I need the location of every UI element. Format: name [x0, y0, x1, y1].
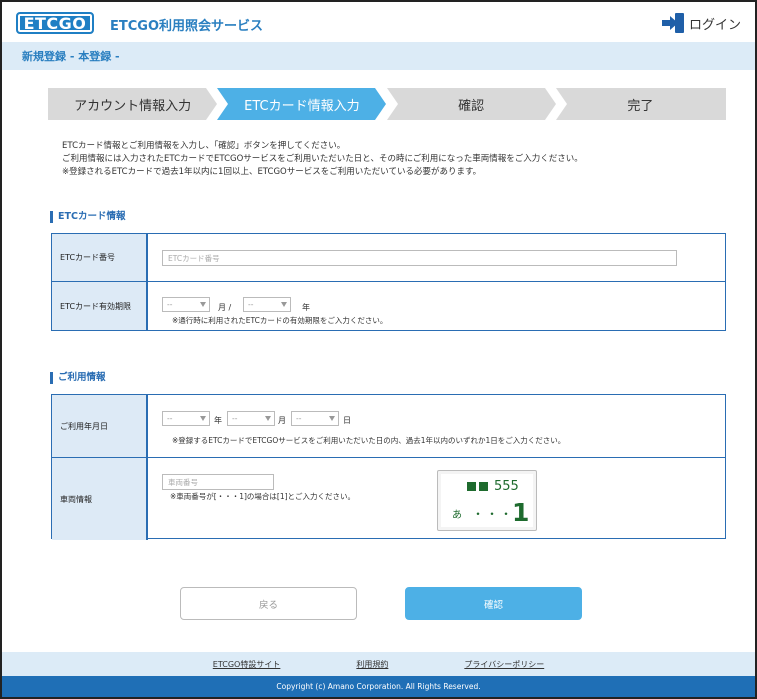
login-label: ログイン [688, 17, 741, 33]
site-title: ETCGO利用照会サービス [110, 19, 264, 34]
usage-month-select[interactable]: -- [227, 411, 275, 426]
card-number-input[interactable]: ETCカード番号 [162, 250, 677, 266]
plate-square-icon [467, 482, 476, 491]
breadcrumb: 新規登録 - 本登録 - [2, 42, 755, 70]
vehicle-note: ※車両番号が[・・・1]の場合は[1]とご入力ください。 [170, 492, 356, 501]
progress-steps: アカウント情報入力 ETCカード情報入力 確認 完了 [48, 88, 726, 120]
expiry-year-value: -- [248, 300, 254, 309]
expiry-month-select[interactable]: -- [162, 297, 210, 312]
step-complete: 完了 [555, 88, 726, 120]
chevron-down-icon [329, 416, 335, 421]
usage-day-select[interactable]: -- [291, 411, 339, 426]
plate-dots: ・・・ [472, 507, 515, 521]
footer-link-privacy[interactable]: プライバシーポリシー [464, 659, 544, 670]
plate-top-number: 555 [494, 479, 519, 494]
card-section-title: ETCカード情報 [50, 211, 125, 223]
step-label: アカウント情報入力 [74, 98, 192, 114]
usage-year-unit: 年 [214, 416, 222, 425]
card-number-label: ETCカード番号 [52, 234, 148, 281]
expiry-month-value: -- [167, 300, 173, 309]
step-label: 完了 [627, 98, 654, 114]
usage-date-row: ご利用年月日 -- 年 -- 月 -- 日 ※登録するETCカードでETCGOサ… [52, 395, 725, 458]
etcgo-logo[interactable]: ETCGO [16, 12, 94, 34]
card-info-table: ETCカード番号 ETCカード番号 ETCカード有効期限 -- 月 / -- 年… [51, 233, 726, 331]
usage-date-label: ご利用年月日 [52, 395, 148, 457]
back-button[interactable]: 戻る [180, 587, 357, 620]
usage-month-value: -- [232, 414, 238, 423]
expiry-year-select[interactable]: -- [243, 297, 291, 312]
expiry-month-unit: 月 / [218, 303, 232, 312]
instructions: ETCカード情報とご利用情報を入力し、「確認」ボタンを押してください。 ご利用情… [62, 140, 583, 179]
chevron-down-icon [265, 416, 271, 421]
usage-day-unit: 日 [343, 416, 351, 425]
instruction-line: ご利用情報には入力されたETCカードでETCGOサービスをご利用いただいた日と、… [62, 154, 583, 164]
usage-info-table: ご利用年月日 -- 年 -- 月 -- 日 ※登録するETCカードでETCGOサ… [51, 394, 726, 540]
step-account-info: アカウント情報入力 [48, 88, 217, 120]
step-label: 確認 [458, 98, 485, 114]
plate-square-icon [479, 482, 488, 491]
copyright: Copyright (c) Amano Corporation. All Rig… [2, 676, 755, 697]
usage-day-value: -- [296, 414, 302, 423]
usage-section-title: ご利用情報 [50, 372, 106, 384]
plate-kana: あ [452, 510, 462, 521]
card-expiry-label: ETCカード有効期限 [52, 282, 148, 330]
step-confirm: 確認 [386, 88, 556, 120]
vehicle-label: 車両情報 [52, 458, 148, 540]
footer-links: ETCGO特設サイト 利用規約 プライバシーポリシー [2, 652, 755, 676]
usage-year-select[interactable]: -- [162, 411, 210, 426]
instruction-line: ETCカード情報とご利用情報を入力し、「確認」ボタンを押してください。 [62, 141, 346, 151]
instruction-line: ※登録されるETCカードで過去1年以内に1回以上、ETCGOサービスをご利用いた… [62, 167, 482, 177]
confirm-button[interactable]: 確認 [405, 587, 582, 620]
header: ETCGO ETCGO利用照会サービス ログイン [2, 2, 755, 42]
footer-link-terms[interactable]: 利用規約 [356, 659, 388, 670]
usage-month-unit: 月 [278, 416, 286, 425]
card-expiry-row: ETCカード有効期限 -- 月 / -- 年 ※通行時に利用されたETCカードの… [52, 282, 725, 330]
step-card-info: ETCカード情報入力 [217, 88, 387, 120]
breadcrumb-text: 新規登録 - 本登録 - [22, 50, 120, 63]
vehicle-row: 車両情報 車両番号 ※車両番号が[・・・1]の場合は[1]とご入力ください。 5… [52, 458, 725, 540]
page-frame: ETCGO ETCGO利用照会サービス ログイン 新規登録 - 本登録 - アカ… [0, 0, 757, 699]
expiry-year-unit: 年 [302, 303, 310, 312]
vehicle-number-input[interactable]: 車両番号 [162, 474, 274, 490]
plate-number: 1 [512, 498, 530, 527]
usage-date-note: ※登録するETCカードでETCGOサービスをご利用いただいた日の内、過去1年以内… [172, 436, 566, 445]
chevron-down-icon [200, 416, 206, 421]
login-button[interactable]: ログイン [661, 13, 741, 33]
chevron-down-icon [200, 302, 206, 307]
card-number-row: ETCカード番号 ETCカード番号 [52, 234, 725, 282]
footer-link-special-site[interactable]: ETCGO特設サイト [213, 659, 281, 670]
chevron-down-icon [281, 302, 287, 307]
usage-year-value: -- [167, 414, 173, 423]
step-label: ETCカード情報入力 [244, 98, 360, 114]
expiry-note: ※通行時に利用されたETCカードの有効期限をご入力ください。 [172, 316, 388, 325]
license-plate-example: 555 あ ・・・ 1 [437, 470, 537, 531]
login-icon [661, 13, 684, 33]
